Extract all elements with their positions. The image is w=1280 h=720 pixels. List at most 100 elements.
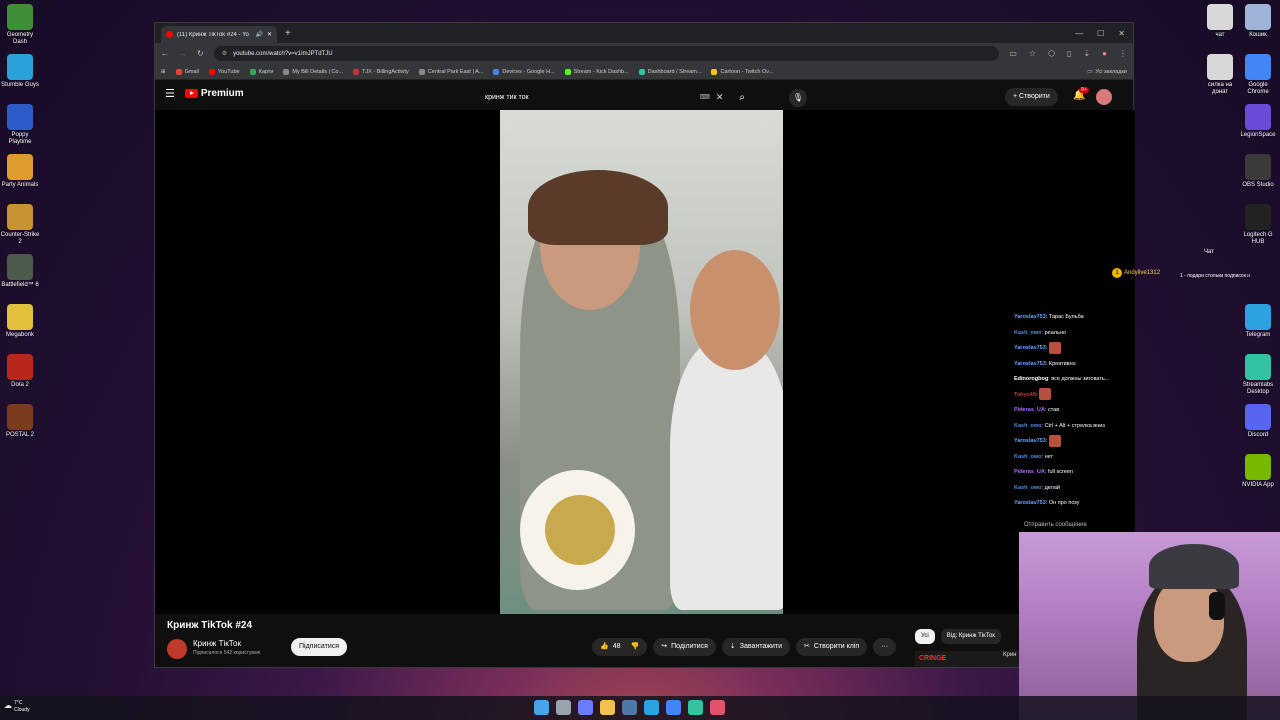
desktop-icon[interactable]: Telegram xyxy=(1238,304,1278,339)
bookmark-item[interactable]: Stream - Kick Dashb... xyxy=(564,68,629,75)
tab-close-icon[interactable]: ✕ xyxy=(267,31,272,38)
desktop-icon[interactable]: OBS Studio xyxy=(1238,154,1278,189)
desktop-icon[interactable]: Megabonk xyxy=(0,304,40,339)
browser-tab[interactable]: (11) Кринж TikTok #24 - Yo 🔊 ✕ xyxy=(161,26,277,43)
bookmark-item[interactable]: My Bill Details | Co... xyxy=(283,68,343,75)
search-icon[interactable]: ⌕ xyxy=(739,92,745,103)
youtube-logo[interactable]: Premium xyxy=(184,88,244,99)
weather-widget[interactable]: ☁ 7°C Cloudy xyxy=(4,700,30,714)
start-icon[interactable] xyxy=(534,700,549,715)
desktop-icon[interactable]: Dota 2 xyxy=(0,354,40,389)
tab-audio-icon[interactable]: 🔊 xyxy=(255,31,262,38)
desktop-icon[interactable]: Google Chrome xyxy=(1238,54,1278,96)
steam-icon[interactable] xyxy=(622,700,637,715)
chat-username[interactable]: Yaroslav753 xyxy=(1014,361,1046,367)
chat-username[interactable]: Pideras_UA xyxy=(1014,469,1045,475)
clip-button[interactable]: ✂ Створити кліп xyxy=(796,638,868,656)
channel-avatar[interactable] xyxy=(167,639,187,659)
bookmark-item[interactable]: TJX - BillingActivity xyxy=(353,68,409,75)
desktop-icon[interactable]: Battlefield™ 6 xyxy=(0,254,40,289)
chat-send-input[interactable]: Отправить сообщение xyxy=(1024,522,1087,528)
browser-menu-icon[interactable]: ⋮ xyxy=(1119,49,1127,58)
video-frame[interactable] xyxy=(500,110,783,614)
desktop-icon[interactable]: Streamlabs Desktop xyxy=(1238,354,1278,396)
bookmark-item[interactable]: YouTube xyxy=(208,68,240,75)
bookmark-item[interactable]: Dashboard / Stream... xyxy=(638,68,701,75)
bookmark-item[interactable]: Cartoon - Twitch Ov... xyxy=(711,68,773,75)
chat-username[interactable]: Kash_owo xyxy=(1014,423,1042,429)
desktop-icon[interactable]: Party Animals xyxy=(0,154,40,189)
chip-all[interactable]: Усі xyxy=(915,629,935,644)
search-box[interactable]: кринж тик ток ⌨ ✕ ⌕ xyxy=(485,88,745,106)
profile-icon[interactable]: ● xyxy=(1102,49,1107,58)
chat-username[interactable]: Yaroslav753 xyxy=(1014,500,1046,506)
widgets-icon[interactable] xyxy=(578,700,593,715)
reload-icon[interactable]: ↻ xyxy=(197,49,204,58)
bookmark-item[interactable]: Central Park East | A... xyxy=(418,68,483,75)
chip-from-channel[interactable]: Від: Кринж ТікТок xyxy=(940,629,1001,644)
screen-capture-icon[interactable] xyxy=(710,700,725,715)
bookmark-item[interactable]: Gmail xyxy=(175,68,199,75)
site-info-icon[interactable]: ⚙ xyxy=(222,50,227,57)
chat-username[interactable]: Kash_owo xyxy=(1014,454,1042,460)
desktop-icon[interactable]: Geometry Dash xyxy=(0,4,40,46)
search-input[interactable]: кринж тик ток xyxy=(485,94,700,101)
desktop-icon[interactable]: POSTAL 2 xyxy=(0,404,40,439)
desktop-icon[interactable]: Logitech G HUB xyxy=(1238,204,1278,246)
explorer-icon[interactable] xyxy=(600,700,615,715)
maximize-icon[interactable]: ☐ xyxy=(1097,29,1104,38)
voice-search-icon[interactable]: 🎙 xyxy=(789,89,807,107)
chrome-icon[interactable] xyxy=(666,700,681,715)
forward-icon[interactable]: → xyxy=(179,49,187,58)
clear-search-icon[interactable]: ✕ xyxy=(716,92,724,103)
share-button[interactable]: ↪ Поділитися xyxy=(653,638,716,656)
chat-username[interactable]: Kash_owo xyxy=(1014,485,1042,491)
chat-username[interactable]: Yaroslav753 xyxy=(1014,314,1046,320)
desktop-icon[interactable]: Кошик xyxy=(1238,4,1278,39)
cast-icon[interactable]: ▭ xyxy=(1009,49,1017,58)
bookmark-star-icon[interactable]: ☆ xyxy=(1029,49,1036,58)
desktop-icon[interactable]: чат xyxy=(1200,4,1240,39)
apps-grid-icon[interactable]: ⊞ xyxy=(161,69,166,75)
close-window-icon[interactable]: ✕ xyxy=(1118,29,1125,38)
video-player[interactable] xyxy=(155,110,1135,614)
chat-username[interactable]: Yaroslav753 xyxy=(1014,438,1046,444)
channel-name[interactable]: Кринж ТікТок xyxy=(193,639,241,648)
thumbs-down-icon[interactable]: 👎 xyxy=(631,643,640,650)
desktop-icon[interactable]: Stumble Guys xyxy=(0,54,40,89)
telegram-icon[interactable] xyxy=(644,700,659,715)
desktop-icon[interactable]: Discord xyxy=(1238,404,1278,439)
download-button[interactable]: ⇣ Завантажити xyxy=(721,638,791,656)
related-video-channel[interactable]: Крин xyxy=(1003,652,1017,658)
account-avatar[interactable] xyxy=(1096,89,1112,105)
search-icon[interactable] xyxy=(556,700,571,715)
downloads-icon[interactable]: ⇣ xyxy=(1083,49,1090,58)
like-button[interactable]: 👍 48 👎 xyxy=(592,638,648,656)
bookmark-item[interactable]: Devices - Google H... xyxy=(493,68,555,75)
minimize-icon[interactable]: — xyxy=(1075,29,1083,38)
extensions-icon[interactable]: ⬡ xyxy=(1048,49,1055,58)
chat-username[interactable]: Pideras_UA xyxy=(1014,407,1045,413)
create-button[interactable]: + Створити xyxy=(1005,88,1058,106)
sidepanel-icon[interactable]: ▯ xyxy=(1067,49,1071,58)
desktop-icon[interactable]: Poppy Playtime xyxy=(0,104,40,146)
desktop-icon[interactable]: Counter-Strike 2 xyxy=(0,204,40,246)
subscribe-button[interactable]: Підписатися xyxy=(291,638,348,656)
desktop-icon[interactable]: силка на донат xyxy=(1200,54,1240,96)
hamburger-menu-icon[interactable]: ☰ xyxy=(165,87,175,100)
desktop-icon[interactable]: LegionSpace xyxy=(1238,104,1278,139)
back-icon[interactable]: ← xyxy=(161,49,169,58)
desktop-icon[interactable]: NVIDIA App xyxy=(1238,454,1278,489)
bookmark-item[interactable]: Карти xyxy=(249,68,273,75)
new-tab-button[interactable]: + xyxy=(285,28,291,39)
app-icon xyxy=(1245,404,1271,430)
streamlabs-icon[interactable] xyxy=(688,700,703,715)
more-actions-button[interactable]: ··· xyxy=(873,638,897,656)
chat-username[interactable]: Yaroslav753 xyxy=(1014,345,1046,351)
keyboard-icon[interactable]: ⌨ xyxy=(700,93,710,101)
all-bookmarks[interactable]: ▭ Усі закладки xyxy=(1087,69,1127,75)
chat-username[interactable]: Kash_owo xyxy=(1014,330,1042,336)
chat-username[interactable]: Edinorogbog xyxy=(1014,376,1048,382)
chat-username[interactable]: Tokyo49 xyxy=(1014,392,1036,398)
url-field[interactable]: ⚙ youtube.com/watch?v=v1ImJPTdTJU xyxy=(213,46,1000,61)
